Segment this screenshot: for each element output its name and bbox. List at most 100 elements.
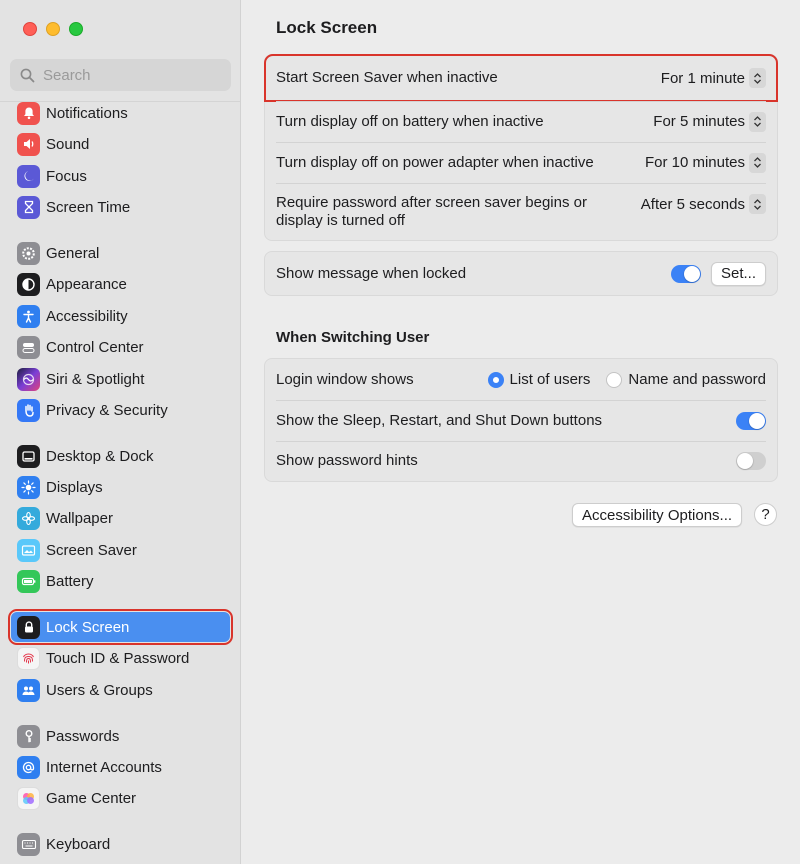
search-icon [20, 68, 35, 82]
display-off-battery-popup[interactable]: For 5 minutes [653, 111, 766, 132]
sidebar-item-label: Passwords [46, 727, 120, 745]
sidebar-item-label: Displays [46, 478, 103, 496]
lock-icon [17, 615, 40, 639]
list-of-users-option[interactable]: List of users [487, 371, 590, 388]
sidebar-item-label: Game Center [46, 789, 137, 807]
search-input[interactable] [43, 66, 213, 84]
display-off-power-label: Turn display off on power adapter when i… [276, 153, 594, 171]
sidebar-item-focus[interactable]: Focus [11, 161, 230, 191]
speaker-icon [17, 132, 40, 156]
zoom-button[interactable] [69, 22, 83, 36]
display-off-power-value: For 10 minutes [644, 154, 745, 171]
sleep-restart-row: Show the Sleep, Restart, and Shut Down b… [265, 400, 777, 441]
sidebar-item-label: Wallpaper [46, 509, 113, 527]
display-off-battery-label: Turn display off on battery when inactiv… [276, 112, 544, 130]
lock-message-toggle[interactable] [670, 264, 701, 283]
sidebar-item-screen-saver[interactable]: Screen Saver [11, 535, 230, 565]
sidebar-item-sound[interactable]: Sound [11, 129, 230, 159]
sidebar-item-label: Control Center [46, 338, 144, 356]
require-password-popup[interactable]: After 5 seconds [641, 194, 766, 214]
sidebar-item-game-center[interactable]: Game Center [11, 783, 230, 813]
set-message-button[interactable]: Set... [710, 261, 766, 286]
bell-icon [17, 101, 40, 125]
sidebar-item-internet-accounts[interactable]: Internet Accounts [11, 752, 230, 782]
login-window-row: Login window shows List of users Name an… [265, 359, 777, 400]
users-icon [17, 678, 40, 702]
display-off-power-row[interactable]: Turn display off on power adapter when i… [265, 142, 777, 183]
name-and-password-option[interactable]: Name and password [606, 371, 766, 388]
lock-message-group: Show message when locked Set... [264, 251, 778, 296]
moon-icon [17, 164, 40, 188]
fingerprint-icon [17, 646, 40, 670]
sidebar-item-wallpaper[interactable]: Wallpaper [11, 503, 230, 533]
sidebar-item-label: Internet Accounts [46, 758, 162, 776]
sidebar-item-label: Accessibility [46, 307, 128, 325]
toggle-knob [749, 412, 765, 429]
display-off-power-popup[interactable]: For 10 minutes [644, 152, 766, 173]
toggle-knob [683, 265, 700, 282]
display-off-battery-row[interactable]: Turn display off on battery when inactiv… [265, 101, 777, 142]
sidebar-item-siri-spotlight[interactable]: Siri & Spotlight [11, 364, 230, 394]
sleep-restart-label: Show the Sleep, Restart, and Shut Down b… [276, 411, 603, 429]
login-window-label: Login window shows [276, 370, 414, 388]
battery-icon [17, 569, 40, 593]
password-hints-label: Show password hints [276, 452, 418, 469]
sidebar-item-appearance[interactable]: Appearance [11, 269, 230, 299]
settings-window: Notifications Sound Focus Screen Time [0, 0, 800, 864]
sidebar-item-battery[interactable]: Battery [11, 566, 230, 596]
sidebar-item-passwords[interactable]: Passwords [11, 721, 230, 751]
siri-icon [17, 367, 40, 391]
chevron-updown-icon [749, 111, 766, 132]
sidebar-item-label: Desktop & Dock [46, 447, 154, 465]
sidebar-item-label: Privacy & Security [46, 401, 168, 419]
screensaver-icon [17, 538, 40, 562]
sidebar-item-users-groups[interactable]: Users & Groups [11, 675, 230, 705]
sidebar-item-control-center[interactable]: Control Center [11, 332, 230, 362]
sidebar-item-label: Battery [46, 572, 94, 590]
sidebar-item-notifications[interactable]: Notifications [11, 98, 230, 128]
search-field[interactable] [10, 59, 231, 91]
accessibility-options-button[interactable]: Accessibility Options... [572, 503, 743, 527]
keyboard-icon [17, 832, 40, 856]
gamecenter-icon [17, 786, 40, 810]
sidebar-item-lock-screen[interactable]: Lock Screen [8, 609, 233, 645]
screen-saver-popup[interactable]: For 1 minute [661, 68, 766, 88]
sidebar-item-label: Screen Saver [46, 541, 137, 559]
sidebar-item-keyboard[interactable]: Keyboard [11, 829, 230, 859]
sidebar-item-displays[interactable]: Displays [11, 472, 230, 502]
password-hints-row: Show password hints [265, 441, 777, 481]
sleep-restart-toggle[interactable] [736, 411, 766, 430]
login-window-options: List of users Name and password [487, 371, 766, 388]
accessibility-icon [17, 304, 40, 328]
appearance-icon [17, 272, 40, 296]
gear-icon [17, 241, 40, 265]
require-password-row[interactable]: Require password after screen saver begi… [265, 183, 777, 240]
sidebar-item-label: General [46, 244, 100, 262]
sidebar: Notifications Sound Focus Screen Time [0, 0, 241, 864]
sidebar-item-accessibility[interactable]: Accessibility [11, 301, 230, 331]
screen-saver-row[interactable]: Start Screen Saver when inactive For 1 m… [264, 54, 778, 102]
sidebar-item-general[interactable]: General [11, 238, 230, 268]
sidebar-item-touch-id-password[interactable]: Touch ID & Password [11, 643, 230, 673]
close-button[interactable] [23, 22, 37, 36]
sun-icon [17, 475, 40, 499]
chevron-updown-icon [749, 68, 766, 88]
screen-saver-label: Start Screen Saver when inactive [276, 69, 498, 86]
sidebar-item-desktop-dock[interactable]: Desktop & Dock [11, 441, 230, 471]
lock-message-label: Show message when locked [276, 264, 467, 282]
password-hints-toggle[interactable] [736, 452, 766, 470]
name-and-password-label: Name and password [628, 371, 766, 388]
list-of-users-radio[interactable] [487, 371, 504, 388]
name-and-password-radio[interactable] [606, 371, 623, 388]
help-button[interactable]: ? [754, 503, 777, 526]
sidebar-item-screen-time[interactable]: Screen Time [11, 192, 230, 222]
sidebar-item-label: Sound [46, 135, 90, 153]
at-icon [17, 755, 40, 779]
page-title: Lock Screen [276, 18, 378, 37]
hand-icon [17, 398, 40, 422]
dock-icon [17, 444, 40, 468]
sidebar-item-privacy-security[interactable]: Privacy & Security [11, 395, 230, 425]
minimize-button[interactable] [46, 22, 60, 36]
require-password-label: Require password after screen saver begi… [276, 193, 587, 229]
toggles-icon [17, 335, 40, 359]
